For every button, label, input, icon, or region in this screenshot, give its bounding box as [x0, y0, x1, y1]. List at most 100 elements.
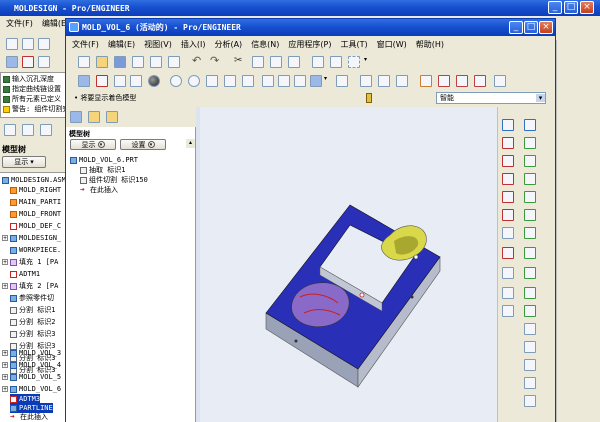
- email-attach-icon[interactable]: [168, 56, 180, 68]
- plane-display-icon[interactable]: [420, 75, 432, 87]
- menu-view[interactable]: 视图(V): [144, 39, 172, 50]
- tree-item[interactable]: + MOLD_VOL_3: [2, 348, 61, 358]
- close-button[interactable]: ×: [539, 21, 553, 34]
- tree-item[interactable]: WORKPIECE.: [10, 245, 61, 255]
- scrollbar-up[interactable]: ▴: [186, 139, 195, 148]
- tree-item[interactable]: 参照零件切: [10, 293, 54, 303]
- saved-views-icon[interactable]: [242, 75, 254, 87]
- extrude-icon[interactable]: [524, 137, 536, 149]
- paste-special-icon[interactable]: [288, 56, 300, 68]
- settings-button[interactable]: 设置 ▾: [120, 139, 166, 150]
- model-display-icon[interactable]: [396, 75, 408, 87]
- spin-center-icon[interactable]: [336, 75, 348, 87]
- menu-info[interactable]: 信息(N): [251, 39, 279, 50]
- title-bar[interactable]: MOLD_VOL_6 (活动的) - Pro/ENGINEER: [66, 19, 555, 36]
- open-icon[interactable]: [96, 56, 108, 68]
- bg-new-icon[interactable]: [6, 38, 18, 50]
- bg-point-icon[interactable]: [38, 56, 50, 68]
- draft-icon[interactable]: [524, 287, 536, 299]
- sweep-icon[interactable]: [524, 173, 536, 185]
- status-toggle-icon[interactable]: [366, 93, 372, 103]
- tab-model-tree[interactable]: [70, 111, 82, 123]
- minimize-button[interactable]: _: [509, 21, 523, 34]
- bg-folder-tab-icon[interactable]: [22, 124, 34, 136]
- reorient-icon[interactable]: [224, 75, 236, 87]
- tree-item[interactable]: 分割 标识3: [10, 329, 55, 339]
- tree-item[interactable]: + MOLD_VOL_4: [2, 360, 61, 370]
- tree-item[interactable]: MOLD_DEF_C: [10, 221, 61, 231]
- tree-item[interactable]: + 填充 2 [PA: [2, 281, 58, 291]
- orient-mode-icon[interactable]: [360, 75, 372, 87]
- bg-sketch-icon[interactable]: [22, 56, 34, 68]
- tree-item[interactable]: 抽取 标识1: [80, 165, 125, 175]
- round-icon[interactable]: [524, 247, 536, 259]
- bg-datum-icon[interactable]: [6, 56, 18, 68]
- tree-item[interactable]: + MOLDESIGN_: [2, 233, 61, 243]
- perspective-icon[interactable]: [378, 75, 390, 87]
- regenerate-icon[interactable]: [312, 56, 324, 68]
- tree-item[interactable]: MOLD_FRONT: [10, 209, 61, 219]
- datum-axis-icon[interactable]: [502, 155, 514, 167]
- select-box-icon[interactable]: [348, 56, 360, 68]
- tree-item[interactable]: MAIN_PARTI: [10, 197, 61, 207]
- tree-item[interactable]: MOLD_RIGHT: [10, 185, 61, 195]
- axis-display-icon[interactable]: [438, 75, 450, 87]
- mirror-icon[interactable]: [502, 287, 514, 299]
- maximize-button[interactable]: □: [524, 21, 538, 34]
- edit-icon[interactable]: [502, 247, 514, 259]
- tab-favorites[interactable]: [106, 111, 118, 123]
- graphics-viewport[interactable]: [200, 107, 497, 422]
- annotation-display-icon[interactable]: [494, 75, 506, 87]
- revolve-icon[interactable]: [524, 155, 536, 167]
- tree-root[interactable]: MOLD_VOL_6.PRT: [70, 155, 138, 165]
- bg-tree-tab-icon[interactable]: [4, 124, 16, 136]
- tree-item[interactable]: + 填充 1 [PA: [2, 257, 58, 267]
- solidify-icon[interactable]: [524, 377, 536, 389]
- paste-icon[interactable]: [270, 56, 282, 68]
- find-icon[interactable]: [330, 56, 342, 68]
- tree-item[interactable]: 组件切割 标识150: [80, 175, 148, 185]
- trim-icon[interactable]: [524, 323, 536, 335]
- line-icon[interactable]: [502, 137, 514, 149]
- offset-icon[interactable]: [524, 341, 536, 353]
- dropdown-icon[interactable]: ▾: [364, 56, 372, 68]
- new-icon[interactable]: [78, 56, 90, 68]
- print-icon[interactable]: [132, 56, 144, 68]
- cut-icon[interactable]: ✂: [234, 56, 246, 68]
- bg-title-bar[interactable]: MOLDESIGN - Pro/ENGINEER: [0, 0, 600, 16]
- datum-point-icon[interactable]: [502, 191, 514, 203]
- tree-item[interactable]: + MOLD_VOL_5: [2, 372, 61, 382]
- analysis-icon[interactable]: [502, 227, 514, 239]
- shading-dropdown-icon[interactable]: ▾: [324, 75, 332, 87]
- point-display-icon[interactable]: [456, 75, 468, 87]
- merge-icon[interactable]: [502, 305, 514, 317]
- datum-toggle-icon[interactable]: [96, 75, 108, 87]
- tree-item[interactable]: 分割 标识1: [10, 305, 55, 315]
- tree-insert-here[interactable]: ➔ 在此插入: [10, 412, 48, 422]
- copy-icon[interactable]: [252, 56, 264, 68]
- menu-applications[interactable]: 应用程序(P): [288, 39, 331, 50]
- tree-item[interactable]: + MOLD_VOL_6: [2, 384, 61, 394]
- tab-folder[interactable]: [88, 111, 100, 123]
- tree-insert-here[interactable]: ➔ 在此插入: [80, 185, 118, 195]
- sketch-tool-icon[interactable]: [502, 119, 514, 131]
- csys-icon[interactable]: [502, 209, 514, 221]
- show-button[interactable]: 显示 ▾: [70, 139, 116, 150]
- save-icon[interactable]: [114, 56, 126, 68]
- menu-window[interactable]: 窗口(W): [377, 39, 407, 50]
- blend-icon[interactable]: [524, 191, 536, 203]
- shell-icon[interactable]: [524, 209, 536, 221]
- pattern-icon[interactable]: [502, 267, 514, 279]
- bg-save-icon[interactable]: [38, 38, 50, 50]
- bg-show-button[interactable]: 显示 ▾: [2, 156, 46, 168]
- bg-close-button[interactable]: ×: [580, 1, 594, 14]
- datum-plane-icon[interactable]: [524, 119, 536, 131]
- menu-help[interactable]: 帮助(H): [416, 39, 444, 50]
- shading-icon[interactable]: [310, 75, 322, 87]
- hidden-line-icon[interactable]: [278, 75, 290, 87]
- menu-insert[interactable]: 插入(I): [181, 39, 206, 50]
- thicken-icon[interactable]: [524, 359, 536, 371]
- menu-analysis[interactable]: 分析(A): [214, 39, 242, 50]
- menu-edit[interactable]: 编辑(E): [108, 39, 135, 50]
- bg-open-icon[interactable]: [22, 38, 34, 50]
